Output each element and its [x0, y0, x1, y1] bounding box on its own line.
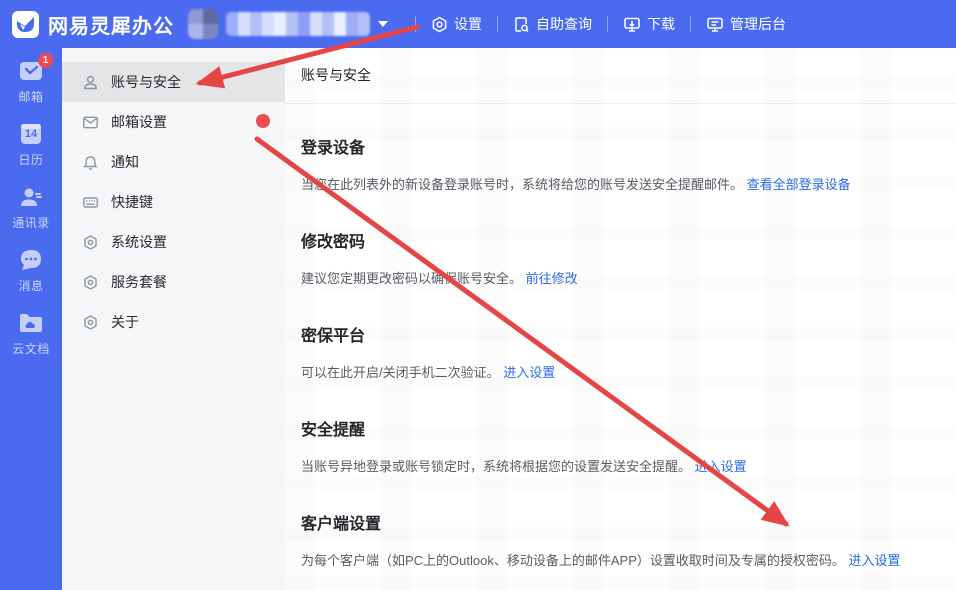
- settings-content: 账号与安全 登录设备 当您在此列表外的新设备登录账号时，系统将给您的账号发送安全…: [285, 48, 956, 590]
- account-switcher[interactable]: [188, 9, 388, 39]
- gear-icon: [431, 16, 448, 33]
- account-name-blurred: [226, 12, 370, 36]
- client-settings-link[interactable]: 进入设置: [849, 553, 901, 568]
- nav-item-account-security[interactable]: 账号与安全: [62, 62, 285, 102]
- nav-item-notifications[interactable]: 通知: [62, 142, 285, 182]
- rail-item-mail[interactable]: 1 邮箱: [0, 58, 62, 121]
- gear-icon: [82, 314, 99, 331]
- divider: [690, 16, 691, 32]
- doc-search-icon: [513, 16, 530, 33]
- chevron-down-icon: [378, 21, 388, 27]
- divider: [415, 16, 416, 32]
- user-icon: [82, 74, 99, 91]
- topbar-menu: 设置 自助查询 下载 管理后台: [400, 14, 786, 34]
- gear-icon: [82, 234, 99, 251]
- section-client-settings: 客户端设置 为每个客户端（如PC上的Outlook、移动设备上的邮件APP）设置…: [301, 514, 940, 571]
- mail-icon: [82, 114, 99, 131]
- section-desc: 建议您定期更改密码以确保账号安全。: [301, 271, 522, 286]
- settings-sidebar: 账号与安全 邮箱设置 通知 快捷键: [62, 48, 285, 590]
- section-desc: 为每个客户端（如PC上的Outlook、移动设备上的邮件APP）设置收取时间及专…: [301, 553, 845, 568]
- divider: [497, 16, 498, 32]
- change-password-link[interactable]: 前往修改: [526, 271, 578, 286]
- menu-admin-console[interactable]: 管理后台: [706, 14, 786, 34]
- nav-item-shortcuts[interactable]: 快捷键: [62, 182, 285, 222]
- keyboard-icon: [82, 194, 99, 211]
- rail-item-cloud-docs[interactable]: 云文档: [0, 310, 62, 373]
- view-all-devices-link[interactable]: 查看全部登录设备: [747, 177, 851, 192]
- contacts-icon: [18, 185, 44, 209]
- section-title: 客户端设置: [301, 514, 940, 536]
- section-change-password: 修改密码 建议您定期更改密码以确保账号安全。 前往修改: [301, 232, 940, 289]
- section-title: 安全提醒: [301, 420, 940, 442]
- section-login-devices: 登录设备 当您在此列表外的新设备登录账号时，系统将给您的账号发送安全提醒邮件。 …: [301, 138, 940, 195]
- avatar: [188, 9, 218, 39]
- app-logo-icon: [12, 11, 39, 38]
- rail-item-calendar[interactable]: 14 日历: [0, 121, 62, 184]
- unread-badge: 1: [38, 53, 53, 68]
- menu-self-query[interactable]: 自助查询: [513, 14, 592, 34]
- menu-settings[interactable]: 设置: [431, 14, 482, 34]
- section-desc: 可以在此开启/关闭手机二次验证。: [301, 365, 500, 380]
- section-title: 密保平台: [301, 326, 940, 348]
- section-desc: 当您在此列表外的新设备登录账号时，系统将给您的账号发送安全提醒邮件。: [301, 177, 743, 192]
- chat-icon: [18, 248, 44, 272]
- divider: [607, 16, 608, 32]
- rail-item-contacts[interactable]: 通讯录: [0, 184, 62, 247]
- section-title: 登录设备: [301, 138, 940, 160]
- section-security-platform: 密保平台 可以在此开启/关闭手机二次验证。 进入设置: [301, 326, 940, 383]
- menu-download[interactable]: 下载: [623, 14, 675, 34]
- nav-item-service-plan[interactable]: 服务套餐: [62, 262, 285, 302]
- app-title: 网易灵犀办公: [48, 10, 174, 39]
- cloud-folder-icon: [18, 311, 44, 335]
- monitor-admin-icon: [706, 16, 724, 33]
- calendar-date: 14: [18, 128, 44, 140]
- monitor-download-icon: [623, 16, 641, 33]
- bell-icon: [82, 154, 99, 171]
- nav-item-about[interactable]: 关于: [62, 302, 285, 342]
- section-security-alert: 安全提醒 当账号异地登录或账号锁定时，系统将根据您的设置发送安全提醒。 进入设置: [301, 420, 940, 477]
- secondary-verify-settings-link[interactable]: 进入设置: [503, 365, 555, 380]
- app-window: 网易灵犀办公 设置 自助查询: [0, 0, 956, 590]
- gear-icon: [82, 274, 99, 291]
- security-alert-settings-link[interactable]: 进入设置: [695, 459, 747, 474]
- topbar: 网易灵犀办公 设置 自助查询: [0, 0, 956, 48]
- app-rail: 1 邮箱 14 日历: [0, 48, 62, 590]
- section-desc: 当账号异地登录或账号锁定时，系统将根据您的设置发送安全提醒。: [301, 459, 691, 474]
- section-title: 修改密码: [301, 232, 940, 254]
- nav-item-mail-settings[interactable]: 邮箱设置: [62, 102, 285, 142]
- nav-item-system-settings[interactable]: 系统设置: [62, 222, 285, 262]
- rail-item-messages[interactable]: 消息: [0, 247, 62, 310]
- page-title: 账号与安全: [285, 48, 956, 104]
